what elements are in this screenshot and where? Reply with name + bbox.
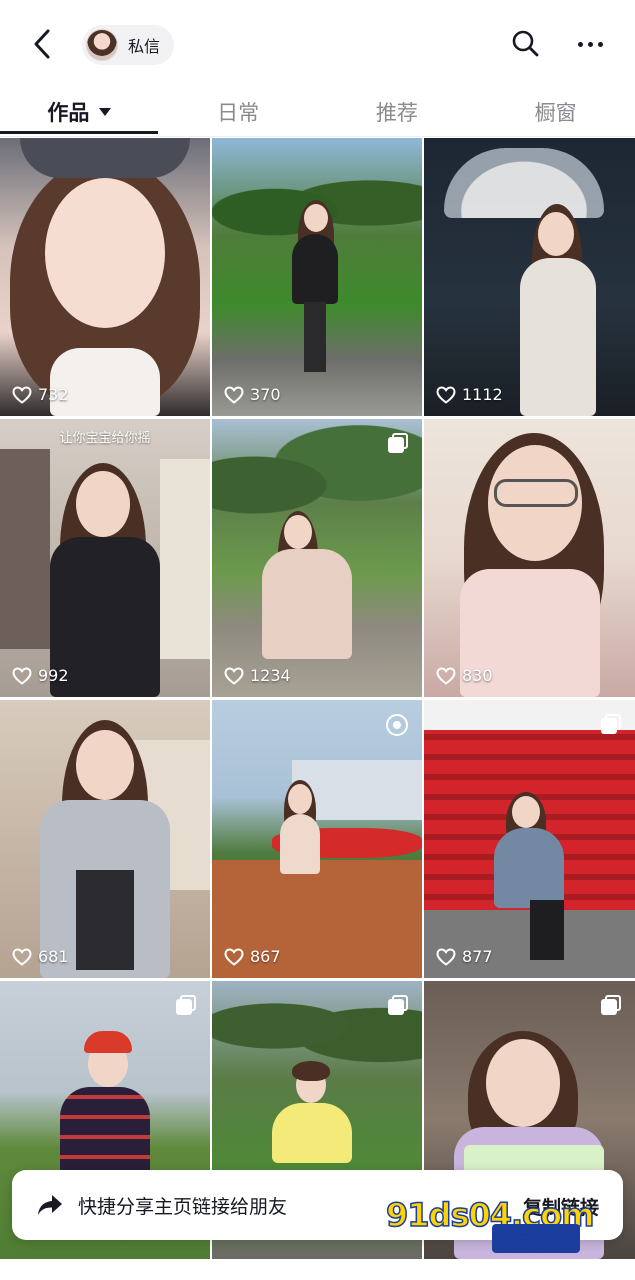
profile-tabs: 作品 日常 推荐 橱窗: [0, 88, 635, 136]
like-count-value: 1234: [250, 666, 291, 685]
figure: [494, 828, 564, 908]
tab-label: 日常: [217, 101, 260, 125]
figure: [304, 204, 328, 232]
figure: [272, 1103, 352, 1163]
figure: [262, 549, 352, 659]
multi-image-icon: [601, 714, 621, 734]
divider: [0, 136, 635, 137]
heart-icon: [436, 666, 456, 685]
heart-icon: [12, 385, 32, 404]
headscarf: [84, 1031, 132, 1053]
heart-icon: [224, 947, 244, 966]
figure: [512, 796, 540, 828]
heart-icon: [224, 385, 244, 404]
post-thumbnail[interactable]: 1112: [424, 138, 635, 416]
heart-icon: [12, 947, 32, 966]
more-dot-icon: [597, 41, 603, 47]
posts-grid: 732 370 1112 让你宝宝给你摇 992 1234 830 681 86…: [0, 138, 635, 1259]
tab-showcase[interactable]: 橱窗: [476, 88, 635, 136]
like-count-value: 732: [38, 385, 69, 404]
tab-daily[interactable]: 日常: [159, 88, 318, 136]
figure: [76, 471, 130, 537]
like-count-value: 992: [38, 666, 69, 685]
post-thumbnail[interactable]: 370: [212, 138, 422, 416]
like-count: 681: [12, 947, 69, 966]
tab-works[interactable]: 作品: [0, 88, 159, 136]
figure: [76, 870, 134, 970]
figure: [530, 900, 564, 960]
clothes-rack: [0, 449, 50, 649]
like-count: 370: [224, 385, 281, 404]
search-button[interactable]: [510, 28, 542, 60]
figure: [280, 814, 320, 874]
figure: [292, 1061, 330, 1081]
umbrella: [444, 148, 604, 218]
multi-image-icon: [176, 995, 196, 1015]
heart-icon: [224, 666, 244, 685]
figure: [50, 348, 160, 416]
more-dot-icon: [587, 41, 593, 47]
watermark-tagline: 看完整版: [492, 1224, 580, 1253]
like-count-value: 867: [250, 947, 281, 966]
multi-image-icon: [388, 995, 408, 1015]
post-thumbnail[interactable]: 681: [0, 700, 210, 978]
figure: [284, 515, 312, 549]
avatar: [86, 29, 118, 61]
chevron-left-icon: [34, 29, 50, 59]
tab-label: 橱窗: [534, 101, 577, 125]
like-count: 992: [12, 666, 69, 685]
figure: [538, 212, 574, 256]
heart-icon: [436, 947, 456, 966]
tab-label: 作品: [47, 101, 90, 125]
glasses: [494, 479, 578, 507]
active-tab-indicator: [0, 131, 158, 134]
cap: [20, 138, 190, 178]
search-icon: [512, 30, 539, 57]
post-thumbnail[interactable]: 732: [0, 138, 210, 416]
like-count: 877: [436, 947, 493, 966]
tab-label: 推荐: [375, 101, 418, 125]
like-count-value: 830: [462, 666, 493, 685]
post-thumbnail[interactable]: 877: [424, 700, 635, 978]
heart-icon: [12, 666, 32, 685]
figure: [304, 302, 326, 372]
overlay-caption: 让你宝宝给你摇: [59, 431, 151, 446]
like-count: 1112: [436, 385, 503, 404]
share-banner-text: 快捷分享主页链接给朋友: [78, 1195, 288, 1218]
like-count-value: 370: [250, 385, 281, 404]
clothes-rack: [160, 459, 210, 659]
like-count-value: 877: [462, 947, 493, 966]
private-message-button[interactable]: 私信: [82, 25, 174, 65]
post-thumbnail[interactable]: 让你宝宝给你摇 992: [0, 419, 210, 697]
figure: [520, 258, 596, 416]
tab-recommend[interactable]: 推荐: [318, 88, 477, 136]
share-arrow-icon: [38, 1195, 62, 1215]
post-thumbnail[interactable]: 830: [424, 419, 635, 697]
more-dot-icon: [577, 41, 583, 47]
like-count: 1234: [224, 666, 291, 685]
like-count: 732: [12, 385, 69, 404]
post-thumbnail[interactable]: 867: [212, 700, 422, 978]
like-count-value: 1112: [462, 385, 503, 404]
figure: [292, 234, 338, 304]
figure: [76, 730, 134, 800]
like-count: 867: [224, 947, 281, 966]
figure: [486, 1039, 560, 1127]
post-thumbnail[interactable]: 1234: [212, 419, 422, 697]
private-message-label: 私信: [128, 37, 161, 56]
like-count-value: 681: [38, 947, 69, 966]
like-count: 830: [436, 666, 493, 685]
caret-down-icon: [99, 108, 112, 116]
heart-icon: [436, 385, 456, 404]
more-button[interactable]: [570, 28, 610, 60]
multi-image-icon: [388, 433, 408, 453]
multi-image-icon: [601, 995, 621, 1015]
watermark: 91ds04.com 看完整版: [385, 1195, 626, 1256]
figure: [45, 178, 165, 328]
back-button[interactable]: [24, 24, 60, 64]
live-photo-icon: [386, 714, 408, 736]
top-bar: 私信: [0, 0, 635, 88]
figure: [288, 784, 312, 814]
